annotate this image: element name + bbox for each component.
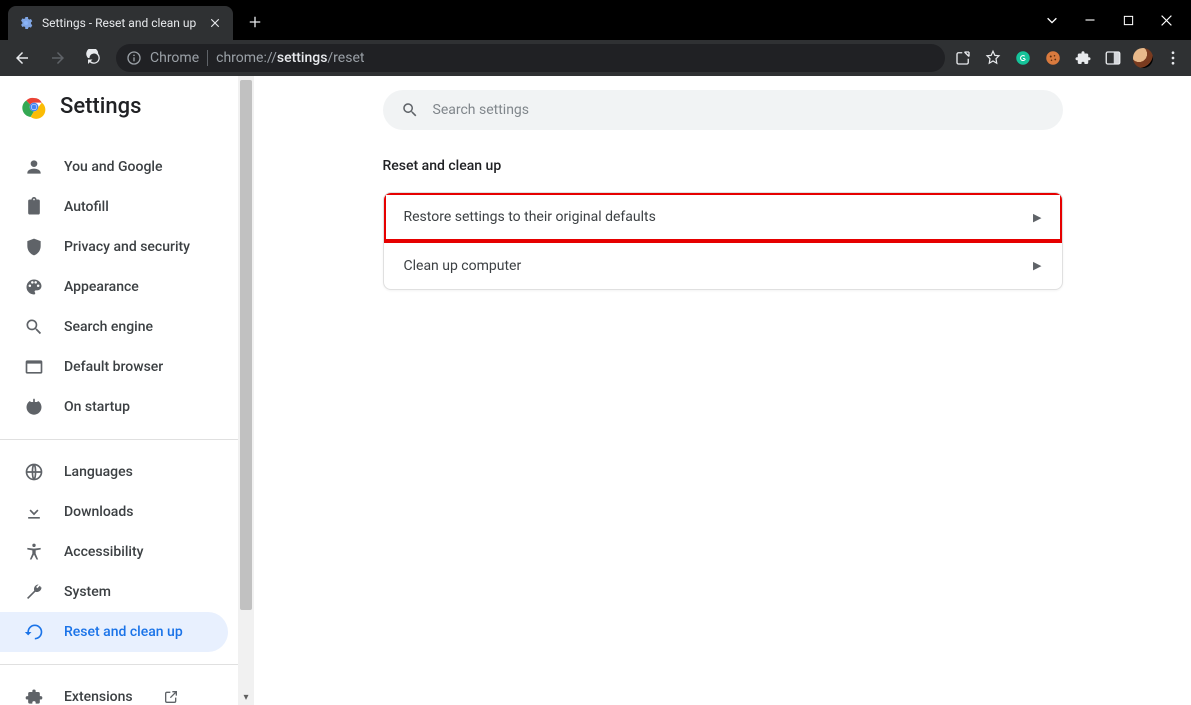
sidebar-item-label: Autofill [64, 199, 109, 215]
scrollbar-thumb[interactable] [240, 80, 252, 610]
globe-icon [24, 462, 44, 482]
omnibox-origin: Chrome [150, 50, 199, 66]
omnibox-url: chrome://settings/reset [216, 50, 364, 66]
scrollbar-down-arrow[interactable]: ▾ [238, 689, 254, 705]
sidebar-item-label: Default browser [64, 359, 163, 375]
extensions-puzzle-icon[interactable] [1073, 48, 1093, 68]
search-settings-input[interactable] [433, 102, 1045, 118]
close-window-icon[interactable] [1159, 13, 1173, 27]
power-icon [24, 397, 44, 417]
settings-main: Reset and clean up Restore settings to t… [254, 76, 1191, 705]
window-controls [1045, 0, 1191, 40]
sidebar-item-privacy-security[interactable]: Privacy and security [0, 227, 228, 267]
maximize-icon[interactable] [1121, 13, 1135, 27]
restore-defaults-row[interactable]: Restore settings to their original defau… [384, 193, 1062, 241]
nav-separator [0, 664, 238, 665]
forward-button[interactable] [44, 44, 72, 72]
row-label: Clean up computer [404, 258, 522, 274]
back-button[interactable] [8, 44, 36, 72]
sidebar-item-label: System [64, 584, 111, 600]
sidebar-item-default-browser[interactable]: Default browser [0, 347, 228, 387]
settings-sidebar: Settings You and Google Autofill Privacy… [0, 76, 254, 705]
sidebar-item-label: Accessibility [64, 544, 143, 560]
sidebar-item-label: Reset and clean up [64, 624, 183, 640]
search-icon [24, 317, 44, 337]
search-settings-field[interactable] [383, 90, 1063, 130]
restore-icon [24, 622, 44, 642]
sidebar-item-appearance[interactable]: Appearance [0, 267, 228, 307]
puzzle-icon [24, 687, 44, 705]
clipboard-icon [24, 197, 44, 217]
sidebar-item-label: You and Google [64, 159, 162, 175]
row-label: Restore settings to their original defau… [404, 209, 656, 225]
close-tab-icon[interactable] [207, 15, 223, 31]
chrome-logo-icon [22, 95, 46, 119]
chevron-right-icon: ▶ [1033, 211, 1041, 224]
sidebar-item-downloads[interactable]: Downloads [0, 492, 228, 532]
sidebar-item-label: Languages [64, 464, 133, 480]
window-titlebar: Settings - Reset and clean up [0, 0, 1191, 40]
sidebar-item-label: On startup [64, 399, 130, 415]
settings-gear-icon [18, 15, 34, 31]
settings-header: Settings [0, 76, 238, 137]
omnibox-divider [207, 50, 208, 66]
nav-list: You and Google Autofill Privacy and secu… [0, 137, 238, 705]
download-icon [24, 502, 44, 522]
person-icon [24, 157, 44, 177]
sidebar-item-languages[interactable]: Languages [0, 452, 228, 492]
sidebar-item-system[interactable]: System [0, 572, 228, 612]
share-icon[interactable] [953, 48, 973, 68]
sidebar-item-label: Search engine [64, 319, 153, 335]
reload-button[interactable] [80, 44, 108, 72]
chevron-right-icon: ▶ [1033, 259, 1041, 272]
bookmark-star-icon[interactable] [983, 48, 1003, 68]
settings-title: Settings [60, 94, 141, 119]
tab-title: Settings - Reset and clean up [42, 16, 199, 30]
reset-card: Restore settings to their original defau… [383, 192, 1063, 290]
sidebar-item-label: Extensions [64, 689, 133, 705]
section-title: Reset and clean up [383, 158, 1063, 174]
sidebar-scrollbar[interactable]: ▾ [238, 76, 254, 705]
minimize-icon[interactable] [1083, 13, 1097, 27]
sidebar-item-extensions[interactable]: Extensions [0, 677, 228, 705]
external-link-icon [163, 689, 179, 705]
palette-icon [24, 277, 44, 297]
accessibility-icon [24, 542, 44, 562]
wrench-icon [24, 582, 44, 602]
sidebar-item-autofill[interactable]: Autofill [0, 187, 228, 227]
extension-cookie-icon[interactable] [1043, 48, 1063, 68]
chevron-down-icon[interactable] [1045, 13, 1059, 27]
browser-toolbar: Chrome chrome://settings/reset [0, 40, 1191, 76]
nav-separator [0, 439, 238, 440]
sidebar-item-label: Appearance [64, 279, 139, 295]
sidebar-item-accessibility[interactable]: Accessibility [0, 532, 228, 572]
search-icon [401, 101, 419, 119]
new-tab-button[interactable] [241, 8, 269, 36]
sidebar-item-you-and-google[interactable]: You and Google [0, 147, 228, 187]
extension-grammarly-icon[interactable] [1013, 48, 1033, 68]
sidebar-item-search-engine[interactable]: Search engine [0, 307, 228, 347]
sidebar-item-on-startup[interactable]: On startup [0, 387, 228, 427]
kebab-menu-icon[interactable] [1163, 48, 1183, 68]
shield-icon [24, 237, 44, 257]
address-bar[interactable]: Chrome chrome://settings/reset [116, 44, 945, 72]
site-info-icon[interactable] [126, 50, 142, 66]
sidebar-item-label: Downloads [64, 504, 133, 520]
profile-avatar[interactable] [1133, 48, 1153, 68]
side-panel-icon[interactable] [1103, 48, 1123, 68]
browser-tab[interactable]: Settings - Reset and clean up [8, 6, 233, 40]
browser-window-icon [24, 357, 44, 377]
sidebar-item-reset-clean-up[interactable]: Reset and clean up [0, 612, 228, 652]
clean-up-computer-row[interactable]: Clean up computer ▶ [384, 241, 1062, 289]
sidebar-item-label: Privacy and security [64, 239, 190, 255]
